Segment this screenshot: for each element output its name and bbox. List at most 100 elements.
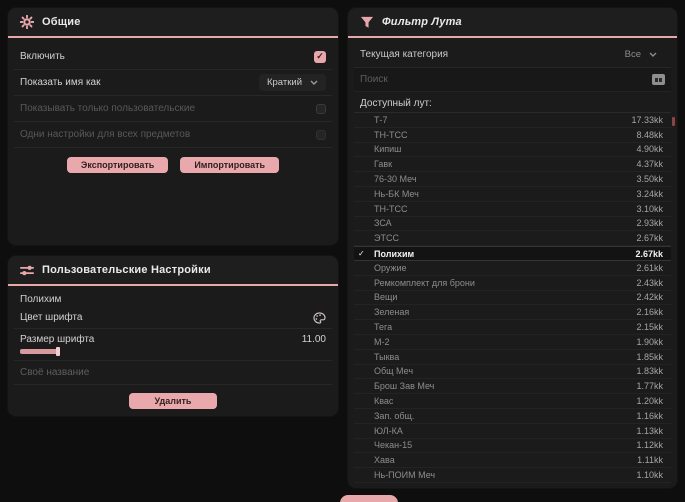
only-custom-row: Показывать только пользовательские [14,96,332,122]
loot-item-row[interactable]: ✓ Тега 2.15kk [354,320,671,335]
loot-item-name: Полихим [374,248,415,259]
font-size-value: 11.00 [301,334,326,345]
loot-item-row[interactable]: ✓ Гавк 4.37kk [354,157,671,173]
loot-item-value: 3.24kk [636,188,663,199]
delete-button[interactable]: Удалить [129,393,217,409]
custom-name-input[interactable] [20,367,326,378]
loot-item-row[interactable]: ✓ Т-7 17.33kk [354,113,671,128]
loot-item-value: 2.43kk [636,277,663,288]
loot-item-row[interactable]: ✓ Зеленая 2.16kk [354,305,671,321]
loot-item-value: 1.77kk [636,381,663,392]
custom-name-row [14,361,332,385]
enable-row: Включить ✓ [14,44,332,70]
scrollbar-thumb[interactable] [672,117,675,126]
loot-item-row[interactable]: ✓ ТН-ТСС 3.10kk [354,202,671,217]
loot-item-value: 1.90kk [636,336,663,347]
loot-item-value: 2.16kk [636,307,663,318]
check-icon: ✓ [358,249,365,259]
show-name-select[interactable]: Краткий [258,74,326,91]
loot-item-value: 2.93kk [636,218,663,229]
sliders-icon [20,264,34,277]
loot-item-name: ТН-ТСС [374,203,408,214]
loot-item-name: Тыква [374,351,400,362]
category-label: Текущая категория [360,49,449,60]
loot-item-value: 1.11kk [637,455,663,466]
loot-item-row[interactable]: ✓ Чекан-15 1.12kk [354,439,671,454]
enable-checkbox[interactable]: ✓ [314,50,326,63]
loot-item-name: Хава [374,455,395,466]
loot-item-row[interactable]: ✓ М-2 1.90kk [354,335,671,350]
show-name-label: Показать имя как [20,77,101,88]
font-color-row: Цвет шрифта [14,307,332,329]
loot-item-value: 4.90kk [636,144,663,155]
export-button[interactable]: Экспортировать [66,157,169,173]
custom-panel-header: Пользовательские Настройки [8,256,338,286]
loot-item-row[interactable]: ✓ ТН-ТСС 8.48kk [354,128,671,143]
only-custom-label: Показывать только пользовательские [20,103,195,114]
palette-icon[interactable] [313,311,326,324]
loot-item-name: Кипиш [374,144,402,155]
loot-item-row[interactable]: ✓ Квас 1.20kk [354,394,671,409]
font-color-label: Цвет шрифта [20,312,83,323]
same-settings-row: Одни настройки для всех предметов [14,122,332,148]
loot-item-name: Общ Меч [374,366,414,377]
loot-item-row[interactable]: ✓ Нь-ПОИМ Меч 1.10kk [354,468,671,483]
loot-item-value: 1.13kk [636,425,663,436]
same-settings-label: Одни настройки для всех предметов [20,129,191,140]
loot-item-value: 1.83kk [636,366,663,377]
search-input[interactable] [360,74,652,85]
gear-icon [20,15,34,29]
category-row: Текущая категория Все [354,42,671,68]
custom-settings-panel: Пользовательские Настройки Полихим Цвет … [8,256,338,416]
loot-item-row[interactable]: ✓ Зап. общ. 1.16kk [354,409,671,424]
filter-panel-title: Фильтр Лута [382,16,462,28]
font-size-slider[interactable] [20,347,326,356]
same-settings-checkbox[interactable] [316,129,326,140]
category-value: Все [624,49,641,60]
loot-item-row[interactable]: ✓ Кипиш 4.90kk [354,143,671,158]
loot-item-name: Квас [374,396,394,407]
loot-item-name: Зап. общ. [374,410,415,421]
loot-item-name: Ремкомплект для брони [374,277,475,288]
loot-item-value: 2.67kk [636,233,663,244]
import-button[interactable]: Импортировать [180,157,280,173]
loot-item-row[interactable]: ✓ ЭТСС 2.67kk [354,231,671,247]
loot-item-row[interactable]: ✓ ЮЛ-КА 1.13kk [354,424,671,439]
font-size-label: Размер шрифта [20,334,95,345]
category-select[interactable]: Все [617,46,665,63]
loot-item-row[interactable]: ✓ Оружие 2.61kk [354,261,671,276]
loot-item-row[interactable]: ✓ Вещи 2.42kk [354,291,671,306]
loot-item-name: Брош Зав Меч [374,381,435,392]
loot-item-name: Вещи [374,292,398,303]
only-custom-checkbox[interactable] [316,103,326,114]
loot-item-value: 1.12kk [636,440,663,451]
loot-item-value: 3.10kk [636,203,663,214]
loot-item-name: Гавк [374,159,393,170]
loot-item-row[interactable]: ✓ Ремкомплект для брони 2.43kk [354,276,671,291]
loot-item-row[interactable]: ✓ Нь-БК Меч 3.24kk [354,187,671,202]
slider-handle[interactable] [56,347,60,356]
loot-item-row[interactable]: ✓ Тыква 1.85kk [354,350,671,365]
loot-item-value: 17.33kk [631,114,663,125]
loot-item-row[interactable]: ✓ Полихим 2.67kk [354,246,671,261]
partial-hidden-button[interactable] [340,495,398,502]
loot-item-value: 2.42kk [636,292,663,303]
loot-item-value: 1.85kk [636,351,663,362]
export-import-row: Экспортировать Импортировать [8,148,338,182]
loot-item-row[interactable]: ✓ Общ Меч 1.83kk [354,365,671,380]
loot-item-name: Зеленая [374,307,410,318]
loot-item-row[interactable]: ✓ Хава 1.11kk [354,453,671,469]
loot-item-value: 2.15kk [636,322,663,333]
loot-item-row[interactable]: ✓ ЗСА 2.93kk [354,217,671,232]
loot-item-row[interactable]: ✓ 76-30 Меч 3.50kk [354,172,671,187]
loot-item-value: 1.16kk [636,410,663,421]
general-panel-header: Общие [8,8,338,38]
left-column: Общие Включить ✓ Показать имя как Кратки… [8,8,338,494]
search-settings-icon[interactable] [651,74,665,85]
loot-item-name: Т-7 [374,114,388,125]
loot-item-row[interactable]: ✓ Брош Зав Меч 1.77kk [354,379,671,395]
loot-filter-panel: Фильтр Лута Текущая категория Все Доступ… [348,8,677,488]
loot-item-value: 1.10kk [636,470,663,481]
loot-item-value: 8.48kk [636,129,663,140]
general-panel-title: Общие [42,16,81,28]
